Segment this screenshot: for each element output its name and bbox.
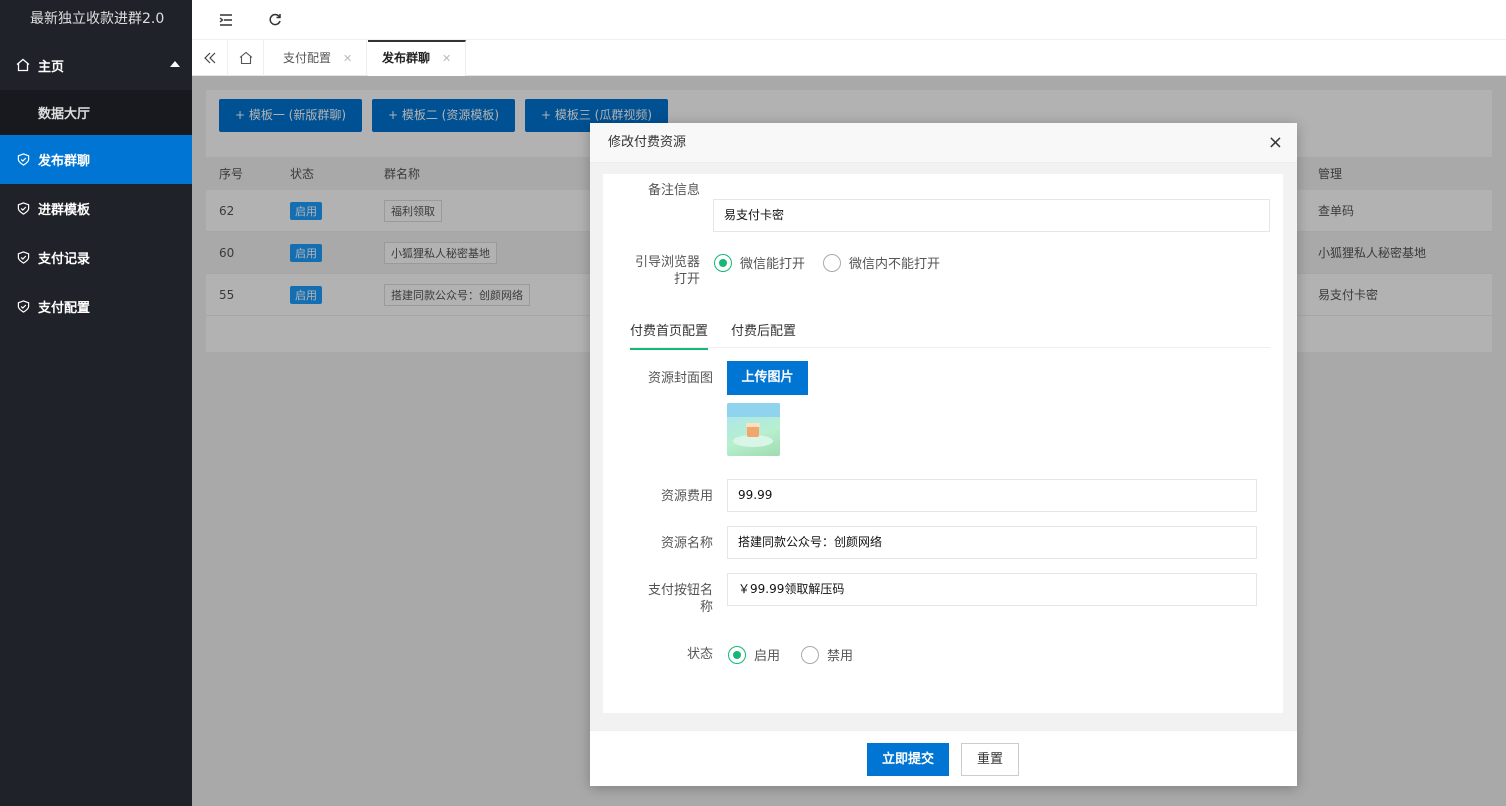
sidebar-item-payment-config[interactable]: 支付配置 [0,282,192,331]
form-panel: 备注信息 易支付卡密 引导浏览器 打开 微信能打开 微信内不能打开 付费首页配置… [603,174,1283,713]
guide-label-line1: 引导浏览器 [634,255,700,270]
radio-checked-icon [714,253,732,272]
sidebar-item-label: 发布群聊 [38,154,91,169]
status-radio-disabled[interactable]: 禁用 [801,645,853,664]
guide-label-line2: 打开 [673,272,700,287]
sidebar-item-payment-records[interactable]: 支付记录 [0,233,192,282]
divider [630,347,1270,348]
pay-label-line1: 支付按钮名 [647,583,713,598]
tab-payment-config[interactable]: 支付配置 ✕ [269,40,368,76]
tab-paid-home-config[interactable]: 付费首页配置 [630,320,709,350]
radio-unchecked-icon [823,253,841,272]
edit-paid-resource-modal: 修改付费资源 × 备注信息 易支付卡密 引导浏览器 打开 微信能打开 微信内不能… [590,123,1297,786]
remark-input[interactable]: 易支付卡密 [713,199,1270,232]
remark-label: 备注信息 [647,183,700,198]
close-icon[interactable]: ✕ [442,52,451,65]
modal-title: 修改付费资源 [608,135,687,150]
home-icon [16,58,30,72]
close-icon[interactable]: × [1268,123,1283,163]
app-title: 最新独立收款进群2.0 [0,0,192,40]
sidebar-item-publish-group[interactable]: 发布群聊 [0,135,192,184]
submit-button[interactable]: 立即提交 [867,743,949,776]
caret-up-icon [170,61,180,67]
sidebar-item-join-template[interactable]: 进群模板 [0,184,192,233]
modal-body: 备注信息 易支付卡密 引导浏览器 打开 微信能打开 微信内不能打开 付费首页配置… [590,163,1297,730]
tab-label: 发布群聊 [382,51,431,65]
refresh-icon[interactable] [265,10,285,30]
shield-check-icon [16,251,30,264]
tabs-scroll-left-icon[interactable] [192,40,228,76]
sidebar-item-label: 进群模板 [38,203,91,218]
guide-browser-label: 引导浏览器 打开 [603,254,700,288]
sidebar-item-label: 支付配置 [38,301,91,316]
sidebar-item-label: 支付记录 [38,252,91,267]
status-label: 状态 [686,647,713,662]
top-bar [192,0,1506,40]
tab-publish-group[interactable]: 发布群聊 ✕ [368,40,467,76]
sidebar-item-label: 主页 [38,59,65,75]
status-radio-enabled[interactable]: 启用 [728,645,780,664]
upload-image-button[interactable]: 上传图片 [727,361,808,395]
modal-footer: 立即提交 重置 [590,730,1297,786]
cover-label: 资源封面图 [647,371,713,386]
sidebar-item-data-hall[interactable]: 数据大厅 [0,90,192,135]
fee-input[interactable]: 99.99 [727,479,1257,512]
cover-thumbnail[interactable] [727,403,780,456]
radio-label: 微信内不能打开 [849,257,941,272]
tabs-bar: 支付配置 ✕ 发布群聊 ✕ [192,40,1506,76]
menu-fold-icon[interactable] [216,10,236,30]
pay-button-name-input[interactable]: ￥99.99领取解压码 [727,573,1257,606]
tab-after-pay-config[interactable]: 付费后配置 [731,320,796,339]
sidebar: 最新独立收款进群2.0 主页 数据大厅 发布群聊 进群模板 支付记录 支付配置 [0,0,192,806]
radio-checked-icon [728,645,746,664]
tab-home-icon[interactable] [228,40,264,76]
sidebar-item-home[interactable]: 主页 [0,40,192,90]
fee-label: 资源费用 [660,489,713,504]
shield-check-icon [16,300,30,313]
shield-check-icon [16,153,30,166]
pay-button-name-label: 支付按钮名 称 [603,582,713,616]
radio-label: 启用 [754,649,781,664]
resource-name-input[interactable]: 搭建同款公众号：创颜网络 [727,526,1257,559]
close-icon[interactable]: ✕ [343,52,352,65]
radio-unchecked-icon [801,645,819,664]
tab-label: 支付配置 [283,51,332,65]
radio-label: 禁用 [827,649,854,664]
modal-header: 修改付费资源 × [590,123,1297,163]
shield-check-icon [16,202,30,215]
pay-label-line2: 称 [699,600,713,615]
guide-radio-wechat-open[interactable]: 微信能打开 [714,253,805,272]
radio-label: 微信能打开 [740,257,806,272]
resource-name-label: 资源名称 [660,536,713,551]
guide-radio-wechat-closed[interactable]: 微信内不能打开 [823,253,940,272]
reset-button[interactable]: 重置 [961,743,1019,776]
